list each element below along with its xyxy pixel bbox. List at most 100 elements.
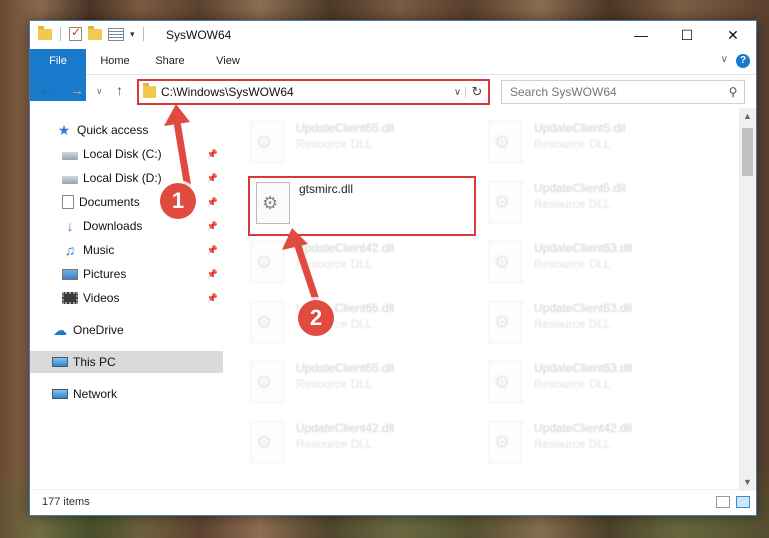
properties-check-icon[interactable] <box>69 25 82 41</box>
dll-file-icon <box>250 301 284 343</box>
folder-icon <box>143 83 156 98</box>
file-item[interactable]: UpdateClient42.dll Resource DLL <box>226 235 456 287</box>
drive-icon <box>62 151 78 160</box>
pin-icon[interactable]: 📌 <box>207 245 218 256</box>
forward-arrow-icon[interactable]: → <box>70 82 84 98</box>
close-button[interactable]: ✕ <box>710 21 756 49</box>
file-name: UpdateClient5.dll <box>534 181 626 195</box>
new-folder-icon[interactable] <box>88 25 102 40</box>
sidebar-item-quick-access[interactable]: ★ Quick access <box>30 119 223 141</box>
videos-icon <box>62 292 78 304</box>
file-item[interactable]: UpdateClient65.dll Resource DLL <box>226 295 456 347</box>
tab-home[interactable]: Home <box>90 49 140 74</box>
sidebar-item-label: OneDrive <box>73 323 124 337</box>
file-type: Resource DLL <box>296 437 373 451</box>
quick-access-toolbar: ▾ <box>38 25 146 41</box>
file-type: Resource DLL <box>534 197 611 211</box>
chevron-down-icon[interactable]: ▾ <box>130 29 135 40</box>
sidebar-item-label: Music <box>83 243 115 257</box>
file-name: UpdateClient5.dll <box>534 121 626 135</box>
scrollbar-thumb[interactable] <box>742 128 753 176</box>
sidebar-item-local-disk-c[interactable]: Local Disk (C:) 📌 <box>30 143 223 165</box>
pin-icon[interactable]: 📌 <box>207 173 218 184</box>
expand-ribbon-chevron-icon[interactable]: ∨ <box>721 54 728 65</box>
large-icons-view-icon[interactable] <box>736 496 750 508</box>
file-item[interactable]: UpdateClient63.dll Resource DLL <box>464 295 694 347</box>
explorer-window: ▾ SysWOW64 — ☐ ✕ File Home Share View ∨ … <box>29 20 757 516</box>
item-count: 177 items <box>42 496 90 508</box>
maximize-button[interactable]: ☐ <box>664 21 710 49</box>
sidebar-item-label: Documents <box>79 195 140 209</box>
file-name: UpdateClient65.dll <box>296 361 395 375</box>
address-path[interactable]: C:\Windows\SysWOW64 <box>161 85 450 99</box>
search-input[interactable] <box>510 85 722 99</box>
documents-icon <box>62 195 74 209</box>
sidebar-item-videos[interactable]: Videos 📌 <box>30 287 223 309</box>
file-type: Resource DLL <box>296 377 373 391</box>
navigation-pane: ★ Quick access Local Disk (C:) 📌 Local D… <box>30 115 223 481</box>
customize-toolbar-icon[interactable] <box>108 27 124 41</box>
minimize-button[interactable]: — <box>618 21 664 49</box>
pin-icon[interactable]: 📌 <box>207 221 218 232</box>
window-title: SysWOW64 <box>166 28 232 42</box>
onedrive-icon: ☁ <box>53 322 67 338</box>
toolbar-separator <box>60 27 61 41</box>
file-list: UpdateClient65.dll Resource DLL gtsmirc.… <box>226 115 743 481</box>
sidebar-item-label: This PC <box>73 355 116 369</box>
pin-icon[interactable]: 📌 <box>207 197 218 208</box>
sidebar-item-onedrive[interactable]: ☁ OneDrive <box>30 319 223 341</box>
pc-icon <box>52 357 68 367</box>
sidebar-item-local-disk-d[interactable]: Local Disk (D:) 📌 <box>30 167 223 189</box>
sidebar-item-music[interactable]: ♫ Music 📌 <box>30 239 223 261</box>
tab-view[interactable]: View <box>202 49 254 74</box>
sidebar-item-pictures[interactable]: Pictures 📌 <box>30 263 223 285</box>
file-name: UpdateClient65.dll <box>296 121 395 135</box>
dll-file-icon <box>488 421 522 463</box>
sidebar-item-label: Local Disk (D:) <box>83 171 162 185</box>
address-bar[interactable]: C:\Windows\SysWOW64 ∨ ↻ <box>137 79 490 105</box>
pin-icon[interactable]: 📌 <box>207 269 218 280</box>
search-icon[interactable]: ⚲ <box>722 85 744 99</box>
file-item[interactable]: UpdateClient5.dll Resource DLL <box>464 115 694 167</box>
file-item-gtsmirc[interactable]: gtsmirc.dll <box>248 176 476 236</box>
navigation-bar: ← → ∨ ↑ C:\Windows\SysWOW64 ∨ ↻ ⚲ <box>30 76 756 108</box>
refresh-icon[interactable]: ↻ <box>466 84 488 100</box>
help-icon[interactable]: ? <box>736 54 750 68</box>
recent-locations-chevron-icon[interactable]: ∨ <box>96 86 103 97</box>
file-item[interactable]: UpdateClient63.dll Resource DLL <box>464 235 694 287</box>
sidebar-item-label: Pictures <box>83 267 127 281</box>
up-arrow-icon[interactable]: ↑ <box>116 82 123 98</box>
sidebar-item-network[interactable]: Network <box>30 383 223 405</box>
file-type: Resource DLL <box>534 257 611 271</box>
dll-file-icon <box>250 241 284 283</box>
sidebar-item-downloads[interactable]: ↓ Downloads 📌 <box>30 215 223 237</box>
back-arrow-icon[interactable]: ← <box>40 82 54 98</box>
pin-icon[interactable]: 📌 <box>207 149 218 160</box>
file-item[interactable]: UpdateClient5.dll Resource DLL <box>464 175 694 227</box>
file-item[interactable]: UpdateClient42.dll Resource DLL <box>464 415 694 467</box>
file-name: gtsmirc.dll <box>299 182 354 196</box>
dll-file-icon <box>250 121 284 163</box>
downloads-icon: ↓ <box>66 218 74 234</box>
dll-file-icon <box>488 361 522 403</box>
file-item[interactable]: UpdateClient65.dll Resource DLL <box>226 115 456 167</box>
tab-share[interactable]: Share <box>145 49 195 74</box>
search-box[interactable]: ⚲ <box>501 80 745 104</box>
file-name: UpdateClient42.dll <box>296 421 395 435</box>
status-bar: 177 items <box>30 489 756 515</box>
scroll-up-arrow-icon[interactable]: ▲ <box>739 108 756 125</box>
details-view-icon[interactable] <box>716 496 730 508</box>
vertical-scrollbar[interactable]: ▲ ▼ <box>739 108 756 491</box>
sidebar-item-this-pc[interactable]: This PC <box>30 351 223 373</box>
dll-file-icon <box>256 182 290 224</box>
file-item[interactable]: UpdateClient42.dll Resource DLL <box>226 415 456 467</box>
file-name: UpdateClient63.dll <box>534 301 633 315</box>
file-item[interactable]: UpdateClient65.dll Resource DLL <box>226 355 456 407</box>
dll-file-icon <box>488 241 522 283</box>
sidebar-item-label: Quick access <box>77 123 149 137</box>
file-name: UpdateClient42.dll <box>296 241 395 255</box>
file-name: UpdateClient63.dll <box>534 241 633 255</box>
address-dropdown-chevron-icon[interactable]: ∨ <box>450 86 466 98</box>
pin-icon[interactable]: 📌 <box>207 293 218 304</box>
file-item[interactable]: UpdateClient63.dll Resource DLL <box>464 355 694 407</box>
